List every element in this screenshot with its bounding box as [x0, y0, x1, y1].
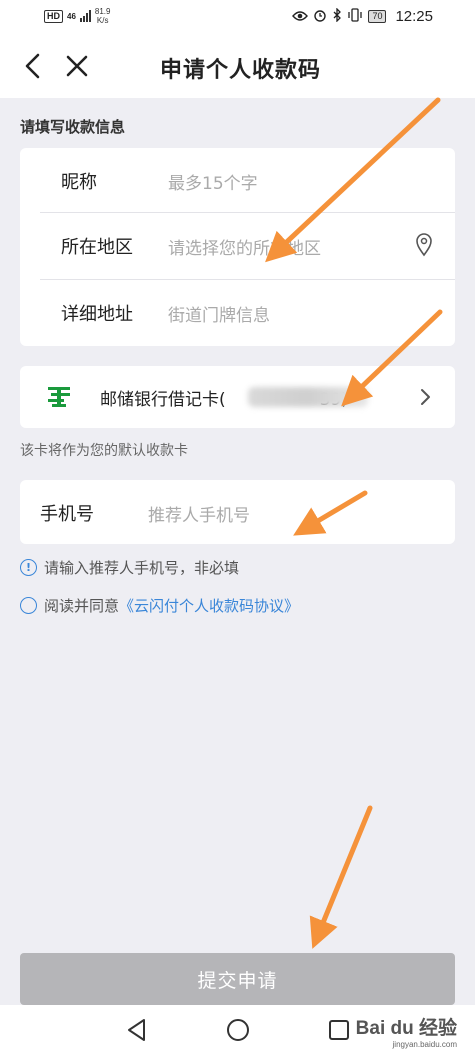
bluetooth-icon	[332, 7, 342, 25]
home-circle-icon[interactable]	[225, 1017, 251, 1043]
nav-bar: 申请个人收款码	[0, 34, 475, 98]
eye-icon	[292, 9, 309, 25]
back-triangle-icon[interactable]	[124, 1017, 150, 1043]
location-pin-icon[interactable]	[415, 233, 433, 261]
phone-card[interactable]: 手机号 推荐人手机号	[20, 480, 455, 544]
nickname-field[interactable]: 昵称 最多15个字	[20, 148, 455, 214]
bank-card-label: 邮储银行借记卡(	[100, 390, 226, 410]
page-title: 申请个人收款码	[159, 58, 321, 83]
phone-note: ! 请输入推荐人手机号，非必填	[20, 557, 239, 578]
clock: 12:25	[395, 8, 433, 25]
agreement-checkbox[interactable]	[20, 597, 37, 614]
speed-value: 81.9	[94, 7, 111, 16]
network-speed: 81.9 K/s	[95, 7, 111, 25]
recents-square-icon[interactable]	[326, 1017, 352, 1043]
info-card: 昵称 最多15个字 所在地区 请选择您的所在地区 详细地址 街道门牌信息	[20, 148, 455, 346]
address-label: 详细地址	[61, 304, 133, 325]
status-bar: HD 46 81.9 K/s 70 12:25	[0, 0, 475, 34]
alarm-icon	[313, 8, 327, 25]
bank-card-row[interactable]: 邮储银行借记卡(39)	[20, 366, 455, 428]
vibrate-icon	[347, 8, 363, 25]
masked-card-number	[248, 387, 368, 407]
postal-bank-logo-icon	[46, 385, 72, 409]
speed-unit: K/s	[96, 16, 109, 25]
submit-button[interactable]: 提交申请	[20, 953, 455, 1005]
info-icon: !	[20, 559, 37, 576]
address-input[interactable]: 街道门牌信息	[168, 301, 270, 326]
arrow-submit	[309, 805, 373, 949]
agreement-row: 阅读并同意 《云闪付个人收款码协议》	[20, 595, 299, 616]
section-title: 请填写收款信息	[20, 118, 126, 136]
watermark-brand: Bai du 经验	[355, 1018, 457, 1039]
phone-input[interactable]: 推荐人手机号	[148, 501, 250, 526]
nickname-input[interactable]: 最多15个字	[168, 169, 258, 194]
region-label: 所在地区	[61, 237, 133, 258]
signal-icon	[79, 10, 91, 22]
agreement-link[interactable]: 《云闪付个人收款码协议》	[119, 595, 299, 616]
status-left: HD 46 81.9 K/s	[44, 7, 110, 25]
battery-icon: 70	[368, 10, 387, 23]
hd-badge: HD	[44, 9, 63, 23]
status-right: 70 12:25	[292, 7, 433, 25]
watermark-url: jingyan.baidu.com	[392, 1040, 457, 1049]
phone-label: 手机号	[40, 504, 94, 525]
baidu-watermark: Bai du 经验 jingyan.baidu.com	[356, 1013, 457, 1049]
default-card-hint: 该卡将作为您的默认收款卡	[20, 443, 188, 459]
nickname-label: 昵称	[61, 172, 97, 193]
agreement-prefix: 阅读并同意	[44, 597, 120, 615]
chevron-right-icon	[419, 387, 433, 407]
region-field[interactable]: 所在地区 请选择您的所在地区	[20, 213, 455, 279]
system-nav-bar: Bai du 经验 jingyan.baidu.com	[0, 1005, 475, 1055]
network-type: 46	[67, 11, 76, 21]
address-field[interactable]: 详细地址 街道门牌信息	[20, 280, 455, 346]
region-select[interactable]: 请选择您的所在地区	[168, 234, 321, 259]
phone-note-text: 请输入推荐人手机号，非必填	[44, 559, 240, 577]
